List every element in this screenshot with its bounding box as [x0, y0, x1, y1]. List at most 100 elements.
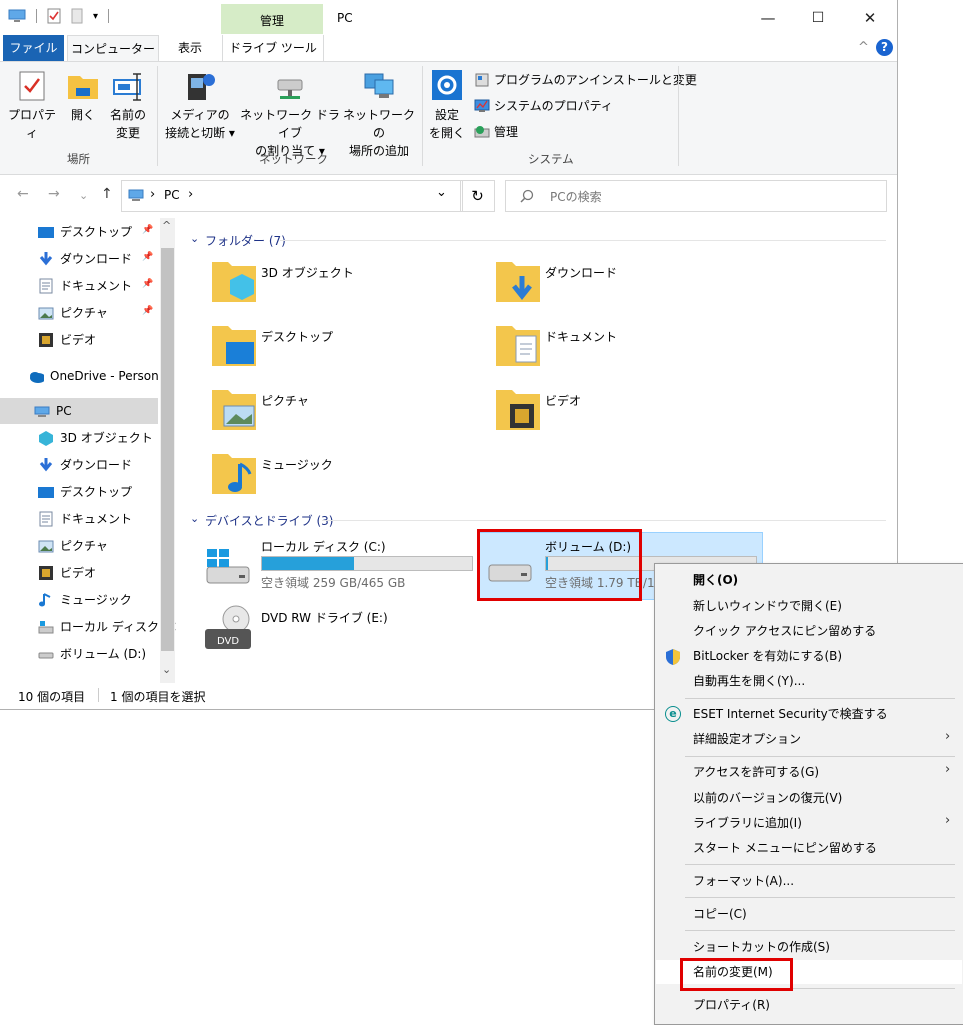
open-button[interactable]: 開く	[62, 70, 104, 124]
folder-name[interactable]: デスクトップ	[261, 328, 333, 345]
breadcrumb-pc[interactable]: PC	[164, 188, 180, 202]
nav-quick-pictures[interactable]: ピクチャ	[38, 300, 108, 326]
ribbon-separator	[157, 66, 158, 166]
properties-check-icon[interactable]	[47, 8, 61, 24]
minimize-button[interactable]: —	[744, 4, 792, 32]
nav-quick-videos[interactable]: ビデオ	[38, 327, 96, 353]
desktop-icon	[38, 487, 54, 498]
nav-onedrive[interactable]: OneDrive - Person	[28, 363, 159, 389]
manage-button[interactable]: 管理	[474, 123, 518, 140]
menu-restore-versions[interactable]: 以前のバージョンの復元(V)	[693, 787, 842, 809]
help-icon[interactable]: ?	[876, 39, 893, 56]
nav-pc-music[interactable]: ミュージック	[38, 587, 132, 613]
menu-properties[interactable]: プロパティ(R)	[693, 994, 770, 1016]
folder-name[interactable]: 3D オブジェクト	[261, 264, 354, 281]
folder-name[interactable]: ダウンロード	[545, 264, 617, 281]
nav-label: ドキュメント	[60, 512, 133, 526]
address-bar[interactable]: › PC › ⌄	[121, 180, 463, 212]
pin-icon[interactable]: 📌	[142, 279, 153, 289]
menu-open-new-window[interactable]: 新しいウィンドウで開く(E)	[693, 595, 842, 617]
system-properties-icon	[474, 99, 490, 112]
maximize-button[interactable]: ☐	[794, 4, 842, 32]
nav-pc-downloads[interactable]: ダウンロード	[38, 452, 132, 478]
menu-create-shortcut[interactable]: ショートカットの作成(S)	[693, 936, 830, 958]
media-label-2: 接続と切断 ▾	[165, 126, 235, 140]
nav-pc-pictures[interactable]: ピクチャ	[38, 533, 108, 559]
menu-advanced-options[interactable]: 詳細設定オプション	[693, 728, 801, 750]
menu-format[interactable]: フォーマット(A)...	[693, 870, 794, 892]
nav-label: ダウンロード	[60, 458, 133, 472]
menu-add-to-library[interactable]: ライブラリに追加(I)	[693, 812, 802, 834]
close-button[interactable]: ✕	[846, 4, 894, 32]
nav-quick-documents[interactable]: ドキュメント	[38, 273, 132, 299]
menu-pin-start[interactable]: スタート メニューにピン留めする	[693, 837, 877, 859]
address-dropdown-icon[interactable]: ⌄	[436, 185, 447, 200]
system-properties-label: システムのプロパティ	[494, 99, 613, 113]
new-folder-icon[interactable]	[71, 8, 83, 24]
tab-drive-tools[interactable]: ドライブ ツール	[222, 35, 324, 61]
collapse-ribbon-icon[interactable]: ^	[858, 40, 869, 55]
open-settings-button[interactable]: 設定 を開く	[426, 70, 468, 142]
devices-group-header[interactable]: デバイスとドライブ (3)	[205, 512, 333, 529]
pin-icon[interactable]: 📌	[142, 252, 153, 262]
network-drive-icon	[277, 79, 303, 99]
menu-bitlocker[interactable]: BitLocker を有効にする(B)	[693, 645, 842, 667]
drive-e-name[interactable]: DVD RW ドライブ (E:)	[261, 609, 388, 626]
menu-autoplay[interactable]: 自動再生を開く(Y)...	[693, 670, 805, 692]
forward-button[interactable]: →	[48, 186, 60, 202]
pin-icon[interactable]: 📌	[142, 306, 153, 316]
tab-view[interactable]: 表示	[165, 35, 215, 61]
eset-icon: e	[665, 706, 681, 722]
nav-pc-drive-c[interactable]: ローカル ディスク (C	[38, 614, 176, 640]
refresh-button[interactable]: ↻	[460, 180, 495, 212]
rename-button[interactable]: 名前の 変更	[104, 70, 152, 142]
nav-pc[interactable]: PC	[34, 398, 72, 424]
menu-separator	[685, 756, 955, 757]
breadcrumb-separator[interactable]: ›	[150, 187, 155, 202]
nav-pc-desktop[interactable]: デスクトップ	[38, 479, 132, 505]
media-button[interactable]: メディアの 接続と切断 ▾	[160, 70, 240, 142]
search-box[interactable]: PCの検索	[505, 180, 887, 212]
tab-computer[interactable]: コンピューター	[67, 35, 159, 62]
nav-label: ビデオ	[60, 333, 97, 347]
nav-pc-videos[interactable]: ビデオ	[38, 560, 96, 586]
collapse-chevron-icon[interactable]: ⌄	[190, 232, 199, 245]
ribbon-separator	[678, 66, 679, 166]
drive-c-name[interactable]: ローカル ディスク (C:)	[261, 538, 386, 555]
tab-file[interactable]: ファイル	[3, 35, 64, 61]
up-button[interactable]: ↑	[101, 186, 113, 202]
folder-name[interactable]: ビデオ	[545, 392, 581, 409]
nav-quick-downloads[interactable]: ダウンロード	[38, 246, 132, 272]
qat-dropdown-icon[interactable]: ▾	[93, 11, 98, 22]
menu-pin-quick-access[interactable]: クイック アクセスにピン留めする	[693, 620, 876, 642]
uninstall-programs-button[interactable]: プログラムのアンインストールと変更	[474, 71, 697, 88]
pin-icon[interactable]: 📌	[142, 225, 153, 235]
system-properties-button[interactable]: システムのプロパティ	[474, 97, 613, 114]
nav-pc-drive-d[interactable]: ボリューム (D:)	[38, 641, 146, 667]
back-button[interactable]: ←	[17, 186, 29, 202]
collapse-chevron-icon[interactable]: ⌄	[190, 512, 199, 525]
menu-open[interactable]: 開く(O)	[693, 569, 738, 591]
properties-button[interactable]: プロパティ	[6, 70, 58, 142]
folder-name[interactable]: ピクチャ	[261, 392, 309, 409]
menu-copy[interactable]: コピー(C)	[693, 903, 747, 925]
download-icon	[39, 252, 53, 266]
folders-group-header[interactable]: フォルダー (7)	[205, 232, 286, 249]
recent-locations-button[interactable]: ⌄	[79, 189, 88, 202]
map-network-drive-button[interactable]: ネットワーク ドライブ の割り当て ▾	[240, 70, 340, 160]
breadcrumb-separator[interactable]: ›	[188, 187, 193, 202]
nav-scrollbar-thumb[interactable]	[161, 248, 174, 651]
menu-give-access[interactable]: アクセスを許可する(G)	[693, 761, 819, 783]
folder-name[interactable]: ミュージック	[261, 456, 333, 473]
desktop-icon	[38, 227, 54, 238]
menu-eset-scan[interactable]: ESET Internet Securityで検査する	[693, 703, 888, 725]
context-menu: 開く(O) 新しいウィンドウで開く(E) クイック アクセスにピン留めする Bi…	[654, 563, 963, 1025]
scroll-up-icon[interactable]: ^	[162, 219, 171, 232]
highlight-rename	[680, 958, 793, 991]
nav-quick-desktop[interactable]: デスクトップ	[38, 219, 132, 245]
folder-name[interactable]: ドキュメント	[545, 328, 617, 345]
add-network-location-button[interactable]: ネットワークの 場所の追加	[342, 70, 416, 160]
nav-pc-documents[interactable]: ドキュメント	[38, 506, 132, 532]
nav-pc-3d-objects[interactable]: 3D オブジェクト	[38, 425, 153, 451]
scroll-down-icon[interactable]: ⌄	[162, 663, 171, 676]
